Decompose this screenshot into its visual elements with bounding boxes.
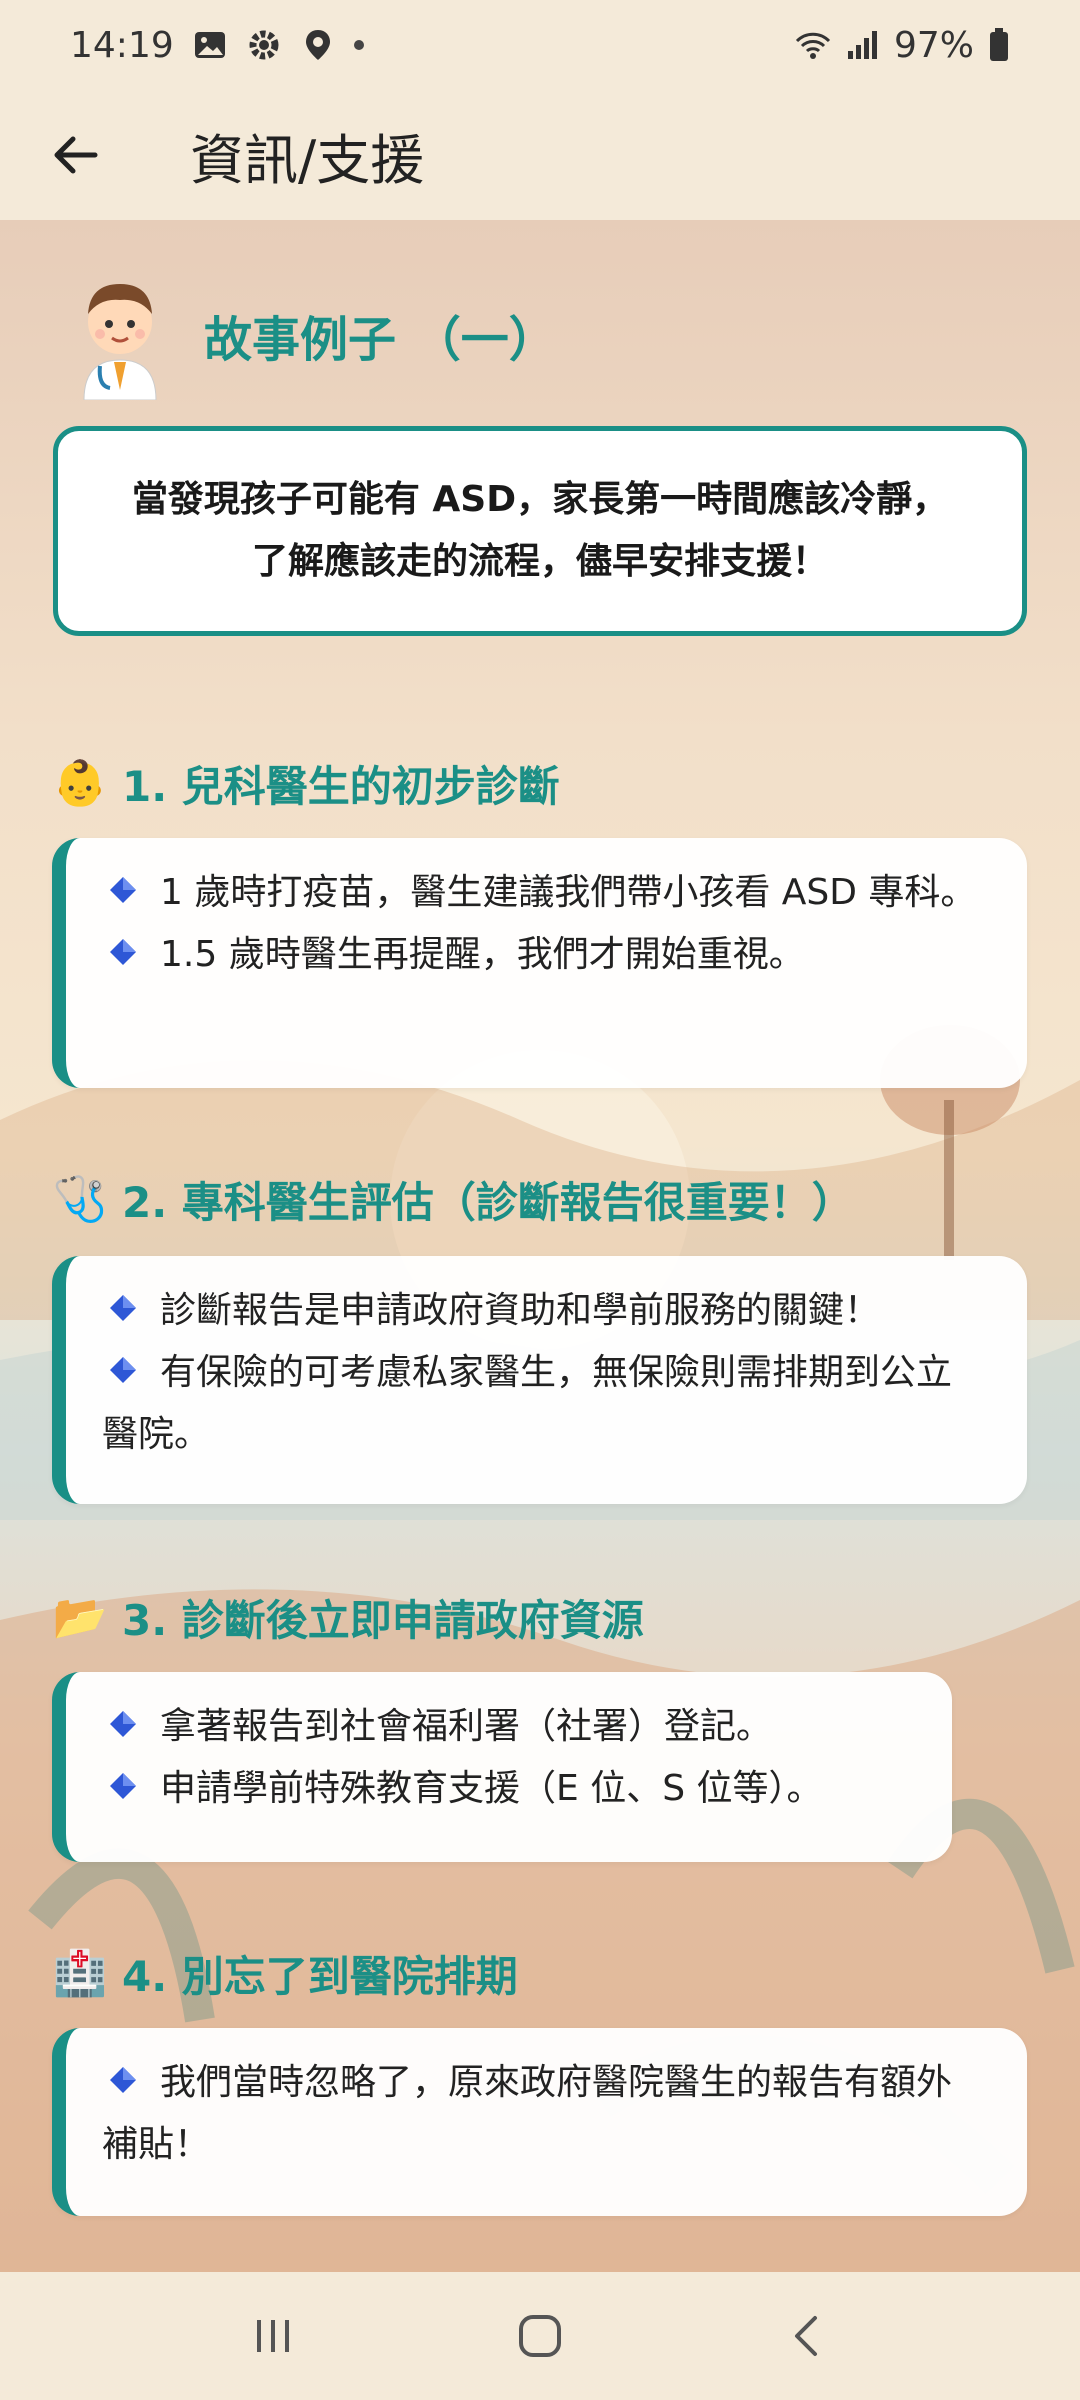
page-title: 資訊/支援	[190, 128, 425, 192]
home-icon	[518, 2315, 561, 2357]
intro-text: 當發現孩子可能有 ASD，家長第一時間應該冷靜，了解應該走的流程，儘早安排支援！	[131, 479, 949, 582]
gear-icon	[246, 27, 282, 63]
stethoscope-icon: 🩺	[52, 1174, 108, 1225]
nav-back-button[interactable]	[747, 2286, 867, 2386]
location-icon	[300, 27, 336, 63]
diamond-bullet-icon	[110, 1295, 136, 1321]
section-title: 3. 診斷後立即申請政府資源	[122, 1595, 644, 1645]
section-heading-3: 📂 3. 診斷後立即申請政府資源	[52, 1582, 644, 1652]
section-heading-1: 👶 1. 兒科醫生的初步診斷	[52, 748, 560, 818]
section-card-4: 我們當時忽略了，原來政府醫院醫生的報告有額外補貼！	[52, 2028, 1027, 2216]
section-title: 1. 兒科醫生的初步診斷	[122, 761, 560, 811]
list-item: 我們當時忽略了，原來政府醫院醫生的報告有額外補貼！	[102, 2052, 987, 2176]
doctor-avatar	[70, 270, 170, 401]
hospital-icon: 🏥	[52, 1948, 108, 1999]
status-time: 14:19	[70, 24, 174, 66]
list-item: 診斷報告是申請政府資助和學前服務的關鍵！	[102, 1280, 987, 1342]
section-card-2: 診斷報告是申請政府資助和學前服務的關鍵！ 有保險的可考慮私家醫生，無保險則需排期…	[52, 1256, 1027, 1504]
dot-icon	[353, 40, 364, 50]
section-title: 2. 專科醫生評估（診斷報告很重要！）	[122, 1177, 854, 1227]
section-heading-2: 🩺 2. 專科醫生評估（診斷報告很重要！）	[52, 1164, 854, 1234]
diamond-bullet-icon	[110, 877, 136, 903]
story-header: 故事例子 （一）	[70, 270, 557, 401]
diamond-bullet-icon	[110, 1357, 136, 1383]
home-button[interactable]	[480, 2286, 600, 2386]
list-item: 申請學前特殊教育支援（E 位、S 位等）。	[102, 1758, 912, 1820]
diamond-bullet-icon	[110, 2067, 136, 2093]
system-nav-bar	[0, 2272, 1080, 2400]
baby-icon: 👶	[52, 758, 108, 809]
list-item: 拿著報告到社會福利署（社署）登記。	[102, 1696, 912, 1758]
bullet-text: 拿著報告到社會福利署（社署）登記。	[160, 1706, 773, 1747]
story-title: 故事例子 （一）	[204, 312, 557, 368]
bullet-text: 有保險的可考慮私家醫生，無保險則需排期到公立醫院。	[102, 1352, 953, 1455]
arrow-left-icon	[54, 136, 98, 174]
diamond-bullet-icon	[110, 1711, 136, 1737]
list-item: 有保險的可考慮私家醫生，無保險則需排期到公立醫院。	[102, 1342, 987, 1466]
status-bar: 14:19 97%	[0, 0, 1080, 90]
bullet-text: 我們當時忽略了，原來政府醫院醫生的報告有額外補貼！	[102, 2062, 953, 2165]
folder-icon: 📂	[52, 1592, 108, 1643]
bullet-text: 申請學前特殊教育支援（E 位、S 位等）。	[160, 1768, 823, 1809]
intro-box: 當發現孩子可能有 ASD，家長第一時間應該冷靜，了解應該走的流程，儘早安排支援！	[53, 426, 1027, 636]
section-heading-4: 🏥 4. 別忘了到醫院排期	[52, 1938, 518, 2008]
diamond-bullet-icon	[110, 1773, 136, 1799]
battery-percent: 97%	[893, 24, 974, 66]
signal-icon	[844, 27, 880, 63]
app-bar: 資訊/支援	[0, 90, 1080, 220]
section-card-3: 拿著報告到社會福利署（社署）登記。 申請學前特殊教育支援（E 位、S 位等）。	[52, 1672, 952, 1862]
bullet-text: 診斷報告是申請政府資助和學前服務的關鍵！	[160, 1290, 881, 1331]
back-icon	[794, 2316, 817, 2356]
list-item: 1.5 歲時醫生再提醒，我們才開始重視。	[102, 924, 987, 986]
recent-apps-button[interactable]	[213, 2286, 333, 2386]
recent-apps-icon	[257, 2320, 290, 2352]
diamond-bullet-icon	[110, 939, 136, 965]
bullet-text: 1 歲時打疫苗，醫生建議我們帶小孩看 ASD 專科。	[160, 872, 977, 913]
bullet-text: 1.5 歲時醫生再提醒，我們才開始重視。	[160, 934, 805, 975]
image-icon	[192, 27, 228, 63]
battery-icon	[988, 27, 1010, 63]
section-card-1: 1 歲時打疫苗，醫生建議我們帶小孩看 ASD 專科。 1.5 歲時醫生再提醒，我…	[52, 838, 1027, 1088]
wifi-icon	[794, 27, 831, 63]
list-item: 1 歲時打疫苗，醫生建議我們帶小孩看 ASD 專科。	[102, 862, 987, 924]
section-title: 4. 別忘了到醫院排期	[122, 1951, 518, 2001]
back-button[interactable]	[15, 95, 135, 215]
